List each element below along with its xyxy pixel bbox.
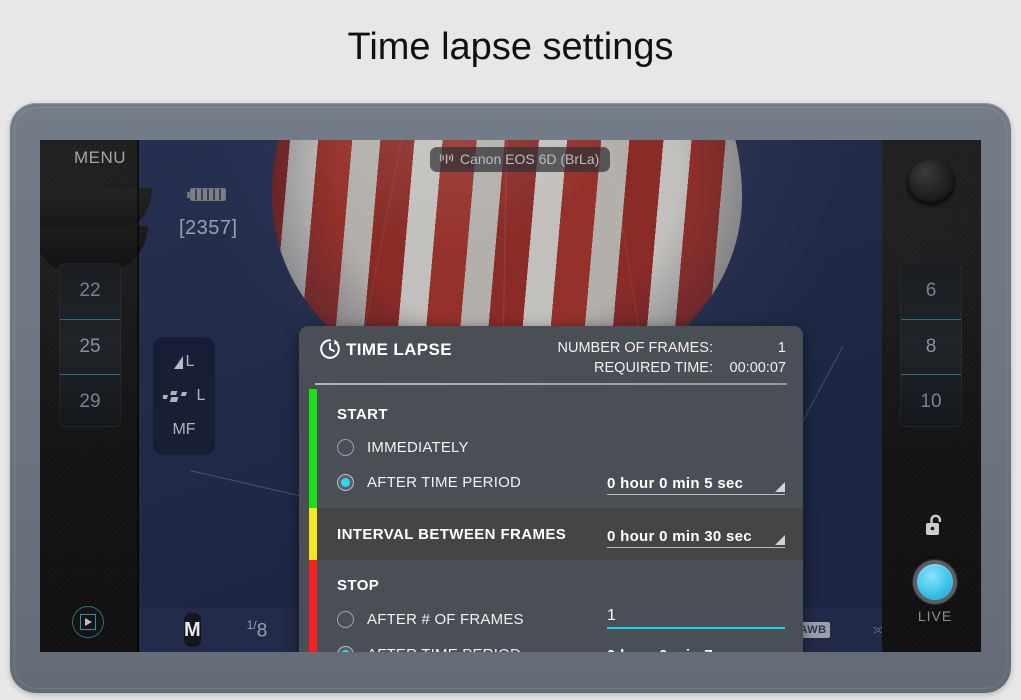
- image-quality-indicator: L: [173, 353, 195, 371]
- dial-value-below: 29: [79, 391, 101, 413]
- camera-connection-badge: Canon EOS 6D (BrLa): [430, 147, 611, 172]
- tablet-screen: Canon EOS 6D (BrLa) [2357] L L MF MENU 2…: [40, 140, 981, 652]
- start-time-value: 0 hour 0 min 5 sec: [607, 475, 744, 492]
- radio-stop-after-frames[interactable]: [337, 610, 354, 628]
- interval-time-field[interactable]: 0 hour 0 min 30 sec: [607, 520, 785, 548]
- camera-connection-label: Canon EOS 6D (BrLa): [460, 151, 600, 167]
- stop-section-stripe: [309, 560, 317, 652]
- summary-row-time: REQUIRED TIME: 00:00:07: [528, 358, 786, 378]
- start-section-stripe: [309, 389, 317, 508]
- wifi-icon: [439, 153, 454, 164]
- drive-mode-indicator: L: [162, 387, 206, 405]
- dropdown-caret-icon: [775, 535, 785, 545]
- dialog-summary: NUMBER OF FRAMES: 1 REQUIRED TIME: 00:00…: [528, 338, 786, 378]
- dropdown-caret-icon: [775, 482, 785, 492]
- playback-glyph: [80, 614, 96, 630]
- stop-after-time-period-label: AFTER TIME PERIOD: [367, 646, 521, 653]
- stop-section-title: STOP: [337, 577, 380, 594]
- dial-value-above: 6: [925, 280, 937, 301]
- shutter-speed-readout[interactable]: 1/8: [247, 618, 268, 642]
- interval-section-stripe: [309, 508, 317, 560]
- stop-frames-value: 1: [607, 607, 617, 624]
- dialog-header: TIME LAPSE NUMBER OF FRAMES: 1 REQUIRED …: [299, 326, 803, 383]
- dial-value-selected: 8: [925, 335, 937, 357]
- shutter-value: 8: [256, 620, 268, 642]
- camera-grip-left: MENU 22 25 29: [40, 140, 152, 652]
- interval-time-value: 0 hour 0 min 30 sec: [607, 528, 752, 545]
- tablet-device-frame: Canon EOS 6D (BrLa) [2357] L L MF MENU 2…: [10, 103, 1011, 693]
- clock-icon: [320, 339, 340, 359]
- dialog-title: TIME LAPSE: [346, 340, 453, 359]
- capture-settings-pill[interactable]: L L MF: [153, 337, 215, 455]
- number-of-frames-value: 1: [777, 340, 786, 356]
- stop-time-value: 0 hour 0 min 7 sec: [607, 647, 743, 652]
- time-lapse-dialog: TIME LAPSE NUMBER OF FRAMES: 1 REQUIRED …: [299, 326, 803, 652]
- camera-grip-right: 6 8 10 LIVE: [882, 140, 981, 652]
- start-section-title: START: [337, 406, 388, 423]
- radio-immediately[interactable]: [337, 438, 354, 456]
- start-immediately-label: IMMEDIATELY: [367, 438, 469, 456]
- radio-start-after-time-period[interactable]: [337, 473, 354, 491]
- number-of-frames-label: NUMBER OF FRAMES:: [557, 340, 713, 356]
- unlocked-padlock-icon[interactable]: [922, 512, 948, 538]
- playback-icon[interactable]: [72, 606, 104, 638]
- dialog-divider: [315, 383, 787, 385]
- required-time-label: REQUIRED TIME:: [594, 360, 713, 376]
- stop-time-field[interactable]: 0 hour 0 min 7 sec: [607, 639, 785, 652]
- focus-mode-label: MF: [172, 421, 196, 438]
- menu-button[interactable]: MENU: [60, 148, 140, 168]
- live-view-button[interactable]: [913, 560, 957, 604]
- control-knob[interactable]: [907, 160, 955, 204]
- interval-section-title: INTERVAL BETWEEN FRAMES: [337, 526, 567, 543]
- shutter-prefix: 1/: [246, 617, 257, 632]
- autofocus-icon[interactable]: [873, 617, 882, 643]
- start-option-immediately[interactable]: IMMEDIATELY: [337, 432, 785, 462]
- stop-frames-input[interactable]: 1: [607, 601, 785, 629]
- stop-after-frames-label: AFTER # OF FRAMES: [367, 610, 524, 628]
- quality-wedge-icon: [173, 355, 183, 369]
- shutter-speed-dial[interactable]: 22 25 29: [59, 263, 121, 427]
- shooting-mode-badge[interactable]: M: [184, 613, 201, 647]
- burst-mode-icon: [162, 391, 187, 402]
- required-time-value: 00:00:07: [729, 360, 786, 376]
- image-quality-label: L: [185, 353, 195, 370]
- dial-value-above: 22: [79, 280, 101, 301]
- aperture-dial[interactable]: 6 8 10: [900, 263, 962, 427]
- live-view-label: LIVE: [917, 608, 953, 624]
- dial-value-selected: 25: [79, 335, 101, 357]
- start-after-time-period-label: AFTER TIME PERIOD: [367, 473, 521, 491]
- dial-value-below: 10: [920, 391, 942, 413]
- radio-stop-after-time-period[interactable]: [337, 645, 354, 652]
- drive-mode-label: L: [196, 387, 206, 404]
- battery-icon: [187, 188, 226, 201]
- summary-row-frames: NUMBER OF FRAMES: 1: [528, 338, 786, 358]
- page-title: Time lapse settings: [347, 26, 674, 68]
- shots-remaining: [2357]: [179, 217, 238, 239]
- start-time-field[interactable]: 0 hour 0 min 5 sec: [607, 467, 785, 495]
